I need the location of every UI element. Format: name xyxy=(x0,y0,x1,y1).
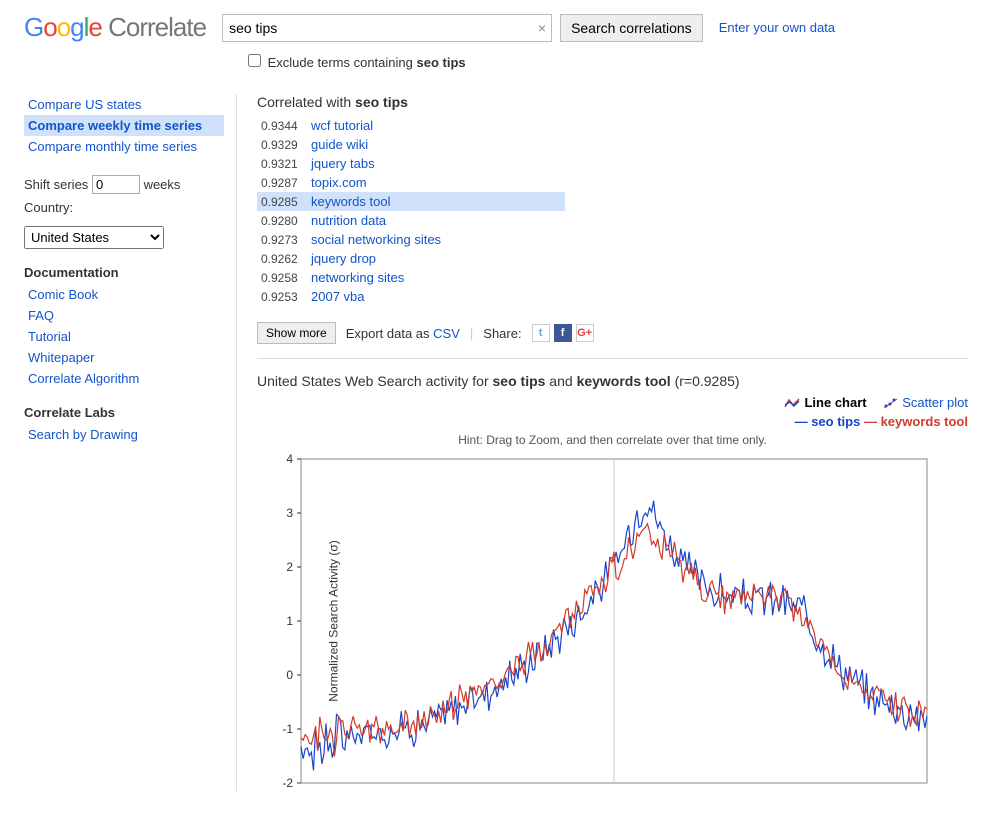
compare-link[interactable]: Compare US states xyxy=(24,94,224,115)
search-correlations-button[interactable]: Search correlations xyxy=(560,14,703,42)
correlation-row[interactable]: 0.9253 2007 vba xyxy=(257,287,968,306)
compare-link[interactable]: Compare weekly time series xyxy=(24,115,224,136)
export-label: Export data as xyxy=(346,326,433,341)
correlation-row[interactable]: 0.9329 guide wiki xyxy=(257,135,968,154)
correlation-term-link[interactable]: topix.com xyxy=(311,175,367,190)
shift-series-input[interactable] xyxy=(92,175,140,194)
exclude-label: Exclude terms containing xyxy=(268,55,417,70)
chart-legend: — seo tips — keywords tool xyxy=(257,414,968,429)
correlation-term-link[interactable]: nutrition data xyxy=(311,213,386,228)
correlation-value: 0.9344 xyxy=(261,119,303,133)
scatter-plot-tab[interactable]: Scatter plot xyxy=(882,395,968,410)
doc-link[interactable]: Tutorial xyxy=(24,326,224,347)
doc-link[interactable]: Comic Book xyxy=(24,284,224,305)
enter-own-data-link[interactable]: Enter your own data xyxy=(719,20,835,35)
correlation-value: 0.9262 xyxy=(261,252,303,266)
y-tick: 3 xyxy=(279,506,293,520)
correlation-row[interactable]: 0.9262 jquery drop xyxy=(257,249,968,268)
chart-hint: Hint: Drag to Zoom, and then correlate o… xyxy=(257,433,968,447)
correlation-row[interactable]: 0.9321 jquery tabs xyxy=(257,154,968,173)
correlation-row[interactable]: 0.9344 wcf tutorial xyxy=(257,116,968,135)
share-label: Share: xyxy=(483,326,521,341)
doc-link[interactable]: Whitepaper xyxy=(24,347,224,368)
exclude-terms-row: Exclude terms containing seo tips xyxy=(244,51,968,70)
correlation-value: 0.9258 xyxy=(261,271,303,285)
correlation-term-link[interactable]: social networking sites xyxy=(311,232,441,247)
chart-tabs: Line chart Scatter plot xyxy=(257,395,968,412)
correlation-value: 0.9287 xyxy=(261,176,303,190)
correlation-term-link[interactable]: guide wiki xyxy=(311,137,368,152)
correlation-value: 0.9329 xyxy=(261,138,303,152)
country-select[interactable]: United States xyxy=(24,226,164,249)
shift-label-post: weeks xyxy=(144,177,181,192)
y-tick: 2 xyxy=(279,560,293,574)
y-tick: 1 xyxy=(279,614,293,628)
y-tick: 0 xyxy=(279,668,293,682)
correlation-term-link[interactable]: networking sites xyxy=(311,270,404,285)
header: Google Correlate × Search correlations E… xyxy=(24,12,968,43)
chart-title: United States Web Search activity for se… xyxy=(257,373,968,389)
correlation-row[interactable]: 0.9285 keywords tool xyxy=(257,192,565,211)
exclude-term: seo tips xyxy=(416,55,465,70)
exclude-checkbox[interactable] xyxy=(248,54,261,67)
y-axis-label: Normalized Search Activity (σ) xyxy=(327,540,341,701)
line-chart-icon xyxy=(784,397,800,409)
y-tick: -1 xyxy=(279,722,293,736)
correlation-term-link[interactable]: jquery tabs xyxy=(311,156,375,171)
correlated-with-heading: Correlated with seo tips xyxy=(257,94,968,110)
divider xyxy=(257,358,968,359)
search-input[interactable] xyxy=(222,14,552,42)
correlate-labs-heading: Correlate Labs xyxy=(24,405,224,420)
twitter-icon[interactable]: t xyxy=(532,324,550,342)
show-more-button[interactable]: Show more xyxy=(257,322,336,344)
results-actions: Show more Export data as CSV | Share: t … xyxy=(257,322,968,344)
search-box: × xyxy=(222,14,552,42)
google-plus-icon[interactable]: G+ xyxy=(576,324,594,342)
documentation-heading: Documentation xyxy=(24,265,224,280)
scatter-plot-icon xyxy=(882,397,898,409)
correlation-term-link[interactable]: keywords tool xyxy=(311,194,390,209)
sidebar: Compare US statesCompare weekly time ser… xyxy=(24,94,237,791)
shift-series-row: Shift series weeks Country: United State… xyxy=(24,173,224,249)
correlation-term-link[interactable]: jquery drop xyxy=(311,251,376,266)
correlation-row[interactable]: 0.9280 nutrition data xyxy=(257,211,968,230)
labs-link[interactable]: Search by Drawing xyxy=(24,424,224,445)
main-content: Correlated with seo tips 0.9344 wcf tutor… xyxy=(237,94,968,791)
country-label: Country: xyxy=(24,200,73,215)
separator: | xyxy=(470,326,473,341)
correlation-term-link[interactable]: wcf tutorial xyxy=(311,118,373,133)
chart-area[interactable]: Normalized Search Activity (σ) 4 3 2 1 0 -1 -2 xyxy=(257,451,968,791)
correlation-value: 0.9253 xyxy=(261,290,303,304)
compare-link[interactable]: Compare monthly time series xyxy=(24,136,224,157)
line-chart-svg[interactable] xyxy=(257,451,937,791)
doc-link[interactable]: FAQ xyxy=(24,305,224,326)
google-correlate-logo: Google Correlate xyxy=(24,12,206,43)
line-chart-tab[interactable]: Line chart xyxy=(784,395,866,410)
correlation-row[interactable]: 0.9287 topix.com xyxy=(257,173,968,192)
y-tick: 4 xyxy=(279,452,293,466)
shift-label-pre: Shift series xyxy=(24,177,88,192)
correlation-value: 0.9285 xyxy=(261,195,303,209)
correlation-value: 0.9321 xyxy=(261,157,303,171)
y-tick: -2 xyxy=(279,776,293,790)
correlation-term-link[interactable]: 2007 vba xyxy=(311,289,365,304)
facebook-icon[interactable]: f xyxy=(554,324,572,342)
export-csv-link[interactable]: CSV xyxy=(433,326,460,341)
correlation-value: 0.9280 xyxy=(261,214,303,228)
doc-link[interactable]: Correlate Algorithm xyxy=(24,368,224,389)
correlation-row[interactable]: 0.9273 social networking sites xyxy=(257,230,968,249)
correlation-value: 0.9273 xyxy=(261,233,303,247)
correlation-row[interactable]: 0.9258 networking sites xyxy=(257,268,968,287)
clear-search-icon[interactable]: × xyxy=(538,20,546,36)
